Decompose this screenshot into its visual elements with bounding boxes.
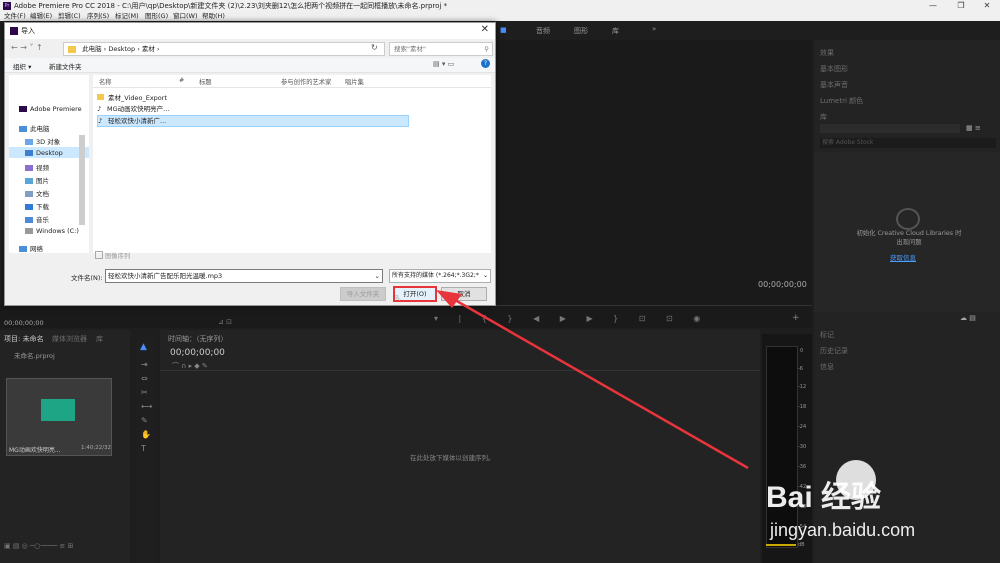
watermark-brand: Bai 经验 <box>766 481 882 514</box>
watermark-url: jingyan.baidu.com <box>770 520 916 540</box>
baidu-watermark: Bai 经验 jingyan.baidu.com <box>760 460 1000 560</box>
